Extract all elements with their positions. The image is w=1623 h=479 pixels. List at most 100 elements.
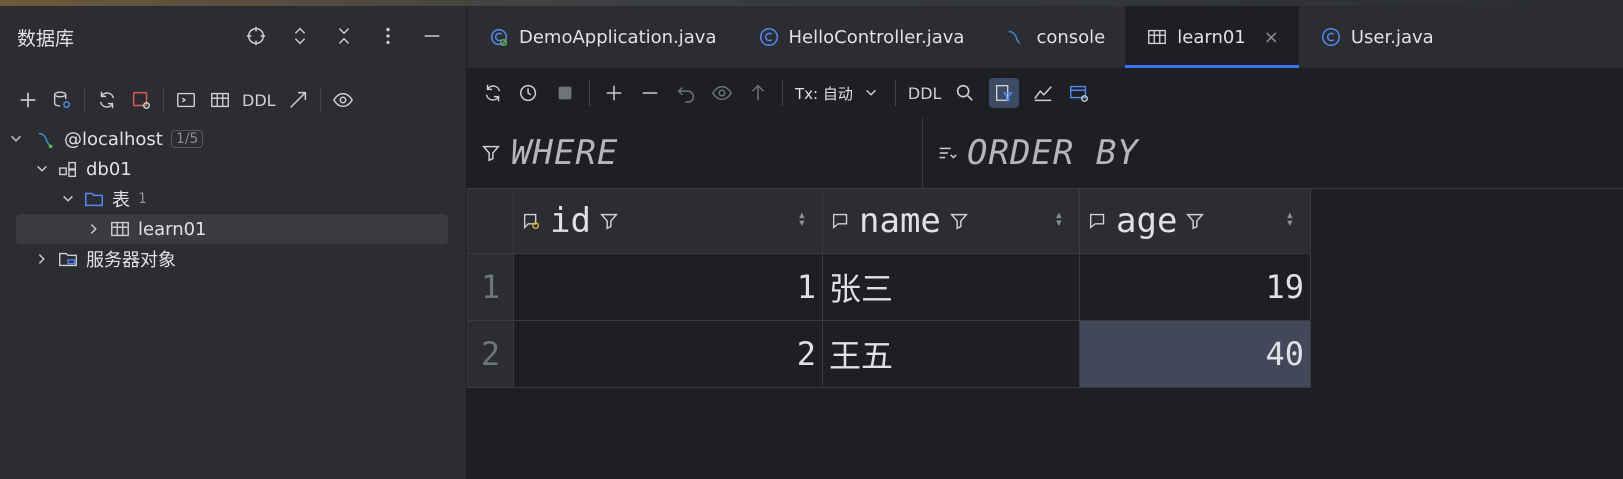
grid-toolbar: Tx: 自动 DDL	[467, 68, 1623, 119]
ddl-button[interactable]: DDL	[242, 91, 276, 110]
transaction-mode-dropdown[interactable]: Tx: 自动	[795, 81, 883, 105]
search-icon[interactable]	[953, 81, 977, 105]
refresh-icon[interactable]	[95, 88, 119, 112]
row-number[interactable]: 1	[467, 253, 514, 321]
tab-label: console	[1036, 26, 1106, 48]
tree-item-db01[interactable]: db01	[0, 154, 466, 184]
filter-icon	[479, 141, 503, 165]
tree-item-label: @localhost	[64, 128, 163, 150]
sort-arrows-icon[interactable]: ▴ ▾	[798, 208, 806, 230]
table-row[interactable]: 1 1 张三 19	[467, 253, 1311, 321]
order-by-label: ORDER BY	[967, 133, 1139, 173]
crosshair-icon[interactable]	[244, 24, 268, 48]
tab-user-java[interactable]: User.java	[1299, 6, 1454, 68]
view-settings-icon[interactable]	[1067, 81, 1091, 105]
chevron-down-icon[interactable]	[8, 131, 24, 147]
cell-name[interactable]: 王五	[822, 320, 1080, 388]
jump-to-icon[interactable]	[286, 88, 310, 112]
history-clock-icon[interactable]	[517, 81, 541, 105]
chevron-right-icon[interactable]	[34, 251, 50, 267]
chart-icon[interactable]	[1031, 81, 1055, 105]
table-icon	[1145, 25, 1169, 49]
server-objects-folder-icon	[56, 247, 80, 271]
cell-id[interactable]: 2	[513, 320, 823, 388]
filter-icon[interactable]	[1183, 209, 1207, 233]
chevron-down-icon[interactable]	[34, 161, 50, 177]
transaction-mode-label: Tx: 自动	[795, 84, 853, 103]
database-panel: 数据库 DDL @localhost 1/5 db01 表 1 learn01 …	[0, 6, 467, 479]
close-icon[interactable]: ×	[1264, 27, 1279, 48]
column-header-name[interactable]: name ▴ ▾	[822, 188, 1080, 254]
column-icon	[829, 209, 853, 233]
column-header-age[interactable]: age ▴ ▾	[1079, 188, 1311, 254]
toolbar-separator	[319, 87, 321, 113]
table-icon	[108, 217, 132, 241]
panel-header-actions	[244, 24, 444, 48]
column-name: name	[859, 201, 941, 241]
toolbar-separator	[163, 87, 164, 113]
tree-item-tables[interactable]: 表 1	[0, 184, 466, 214]
chevron-down-icon	[859, 81, 883, 105]
remove-row-icon[interactable]	[638, 81, 662, 105]
open-console-icon[interactable]	[174, 88, 198, 112]
more-options-icon[interactable]	[376, 24, 400, 48]
tab-hello-controller[interactable]: HelloController.java	[737, 6, 985, 68]
column-header-id[interactable]: id ▴ ▾	[513, 188, 823, 254]
sort-arrows-icon[interactable]: ▴ ▾	[1286, 208, 1294, 230]
where-filter-field[interactable]: WHERE	[467, 118, 923, 188]
add-icon[interactable]	[16, 88, 40, 112]
ddl-button[interactable]: DDL	[908, 84, 942, 103]
cell-name[interactable]: 张三	[822, 253, 1080, 321]
tab-label: DemoApplication.java	[519, 26, 717, 48]
cell-id[interactable]: 1	[513, 253, 823, 321]
expand-all-icon[interactable]	[288, 24, 312, 48]
toolbar-separator	[84, 87, 85, 113]
stop-icon[interactable]	[553, 81, 577, 105]
primary-key-column-icon	[520, 209, 544, 233]
submit-icon[interactable]	[746, 81, 770, 105]
class-icon	[1319, 25, 1343, 49]
schema-icon	[56, 157, 80, 181]
corner-cell[interactable]	[467, 188, 514, 254]
data-source-properties-icon[interactable]	[50, 88, 74, 112]
tab-demo-application[interactable]: DemoApplication.java	[467, 6, 737, 68]
filter-icon[interactable]	[597, 209, 621, 233]
row-number[interactable]: 2	[467, 320, 514, 388]
table-view-icon[interactable]	[208, 88, 232, 112]
table-row[interactable]: 2 2 王五 40	[467, 320, 1311, 388]
tree-item-label: 服务器对象	[86, 250, 176, 271]
collapse-all-icon[interactable]	[332, 24, 356, 48]
tree-item-label: 表	[112, 190, 130, 211]
tree-item-server-objects[interactable]: 服务器对象	[0, 244, 466, 274]
filter-icon[interactable]	[947, 209, 971, 233]
reload-icon[interactable]	[481, 81, 505, 105]
tab-label: learn01	[1177, 26, 1246, 48]
database-tree: @localhost 1/5 db01 表 1 learn01 服务器对象	[0, 124, 466, 274]
toolbar-separator	[589, 80, 590, 106]
cell-age[interactable]: 19	[1079, 253, 1311, 321]
tree-item-learn01[interactable]: learn01	[16, 214, 448, 244]
mysql-icon	[34, 127, 58, 151]
minimize-icon[interactable]	[420, 24, 444, 48]
add-row-icon[interactable]	[602, 81, 626, 105]
preview-changes-icon[interactable]	[710, 81, 734, 105]
column-icon	[1086, 209, 1110, 233]
tab-learn01[interactable]: learn01 ×	[1125, 6, 1299, 68]
eye-icon[interactable]	[331, 88, 355, 112]
cell-age-selected[interactable]: 40	[1079, 320, 1311, 388]
sort-arrows-icon[interactable]: ▴ ▾	[1055, 208, 1063, 230]
panel-title: 数据库	[17, 27, 75, 50]
database-toolbar: DDL	[0, 78, 482, 122]
disconnect-icon[interactable]	[129, 88, 153, 112]
sort-lines-icon	[935, 141, 959, 165]
chevron-down-icon[interactable]	[60, 191, 76, 207]
filter-sort-toggle-icon[interactable]	[989, 78, 1020, 108]
tab-label: User.java	[1350, 26, 1434, 48]
chevron-right-icon[interactable]	[86, 221, 102, 237]
revert-icon[interactable]	[674, 81, 698, 105]
tab-console[interactable]: console	[984, 6, 1125, 68]
tree-item-localhost[interactable]: @localhost 1/5	[0, 124, 466, 154]
table-count: 1	[138, 191, 147, 207]
data-grid: id ▴ ▾ name ▴ ▾ age ▴ ▾ 1 1 张三 19 2 2 王五…	[467, 188, 1311, 388]
order-by-field[interactable]: ORDER BY	[923, 118, 1139, 188]
